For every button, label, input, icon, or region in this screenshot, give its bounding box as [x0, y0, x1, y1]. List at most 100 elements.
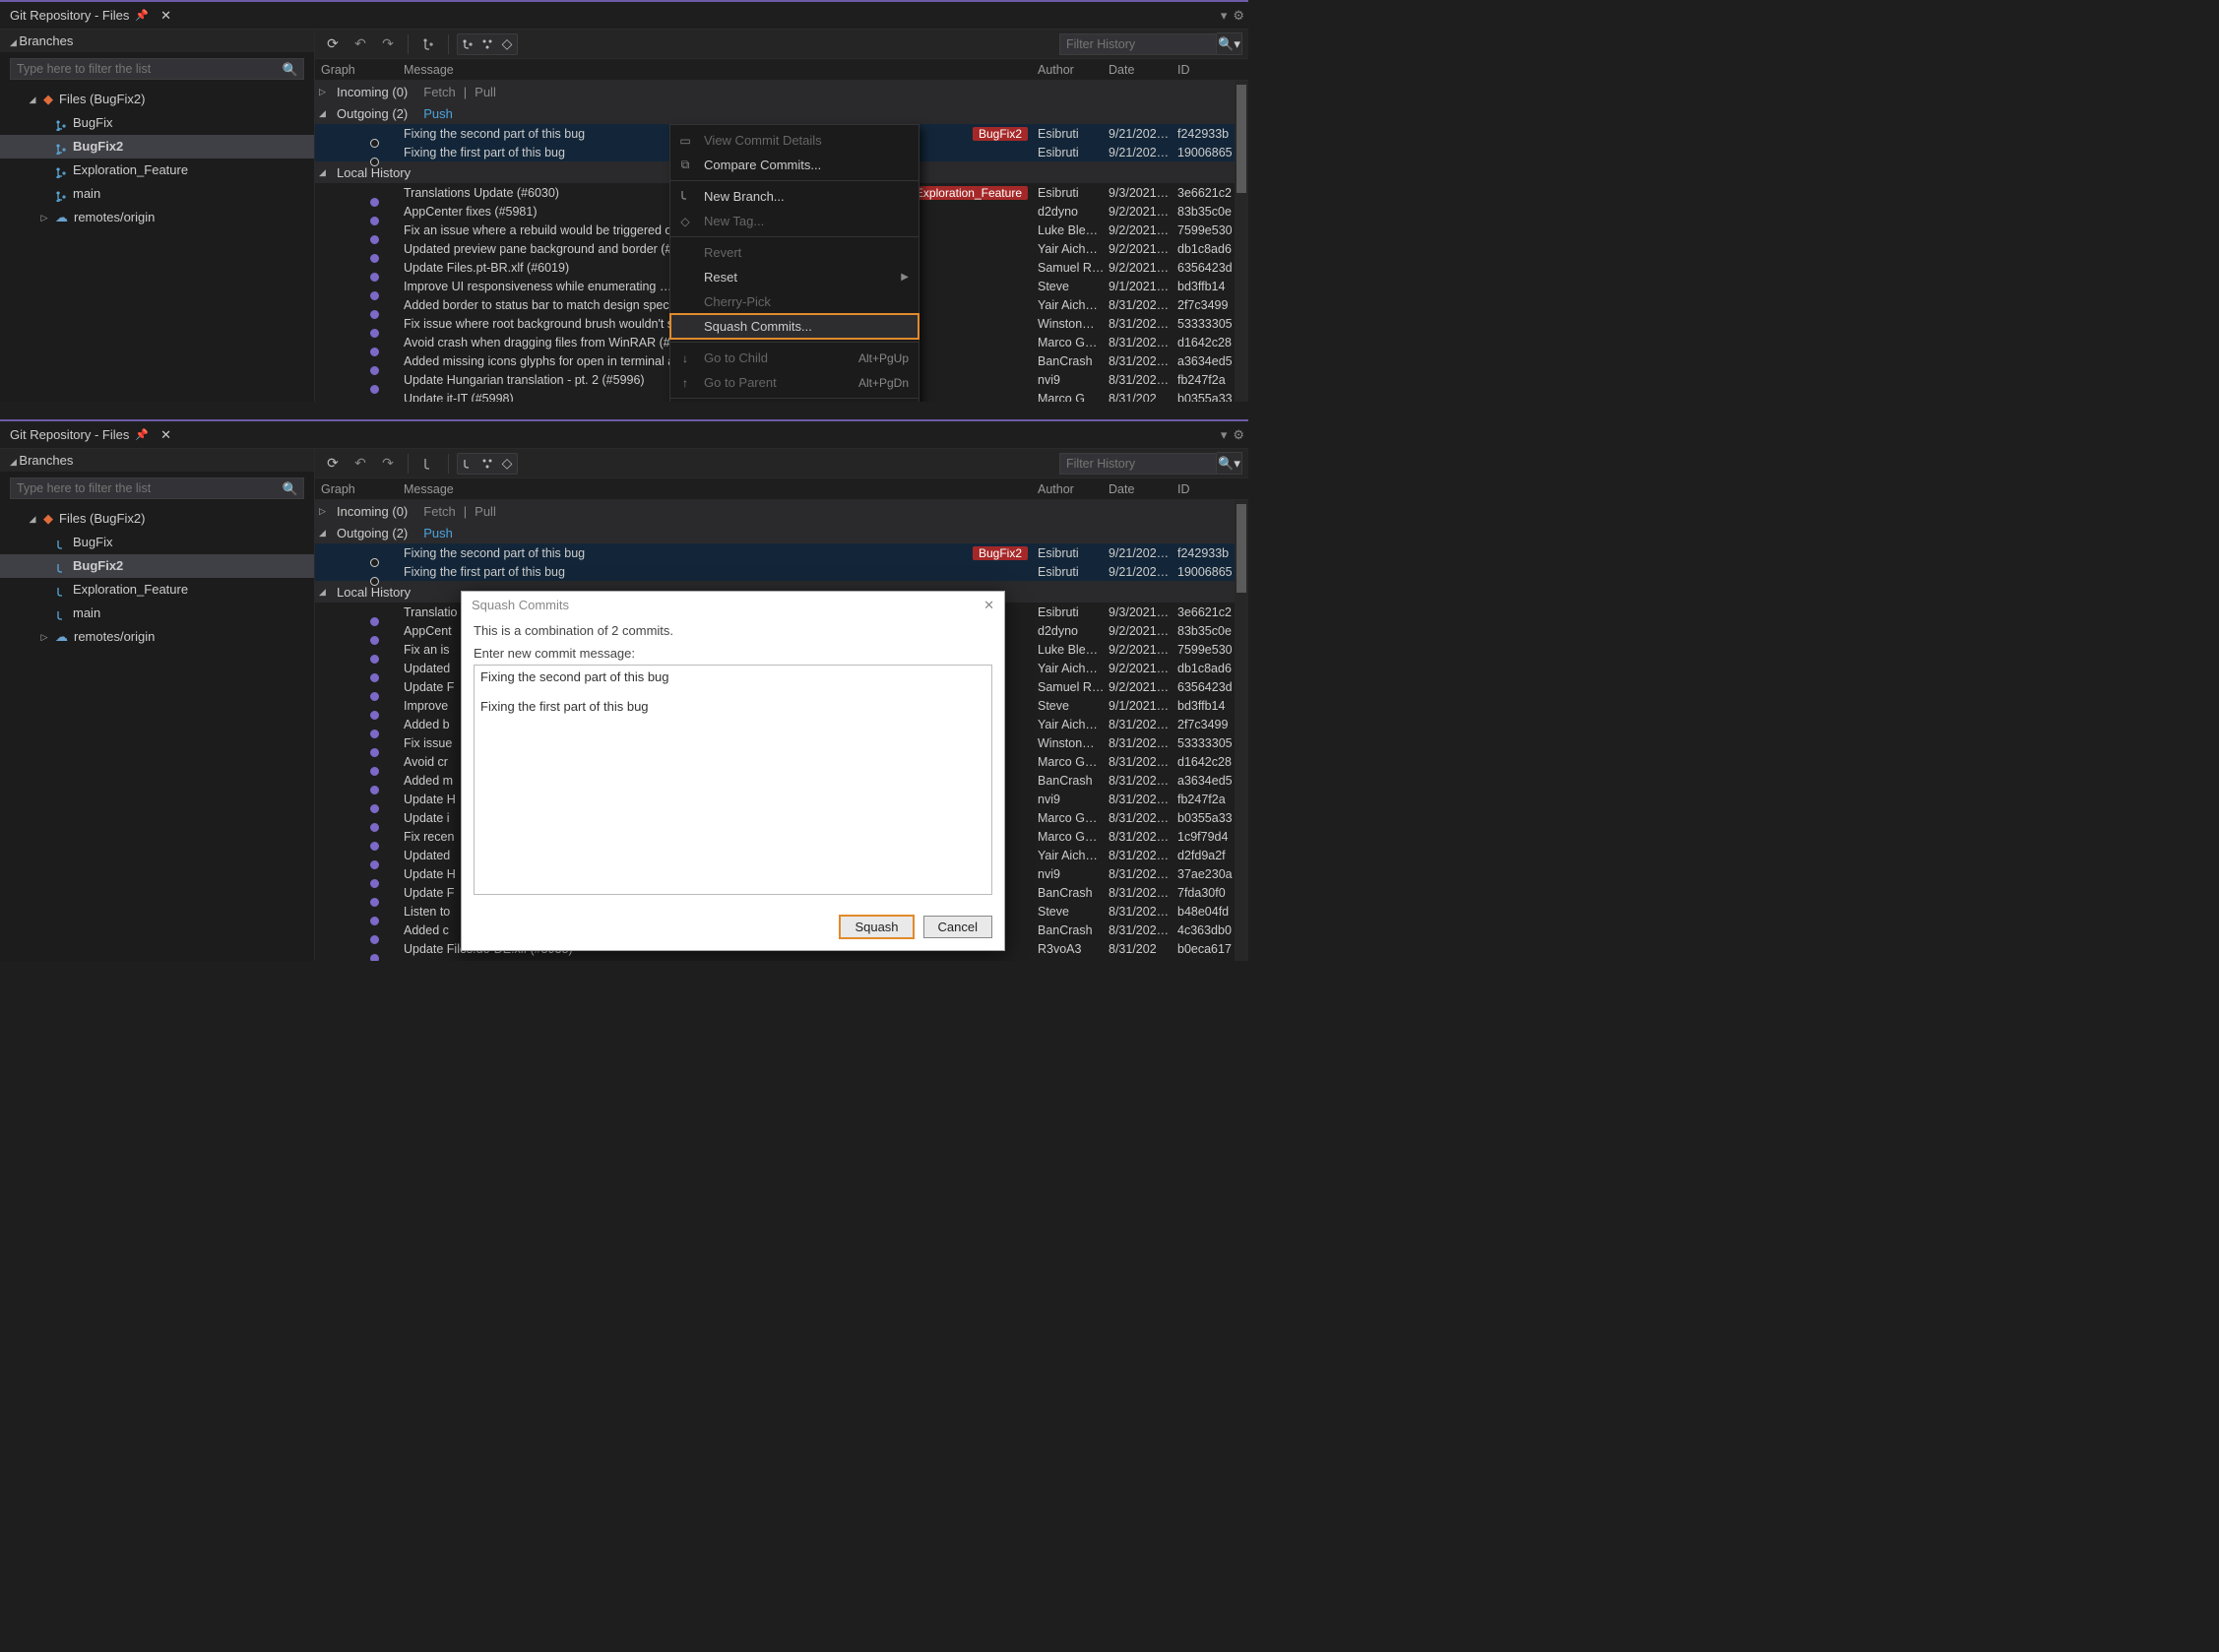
cancel-button[interactable]: Cancel: [923, 916, 992, 938]
branch-mode-icon[interactable]: [416, 453, 440, 475]
view-mode-group: ◇: [457, 453, 518, 475]
history-toolbar: ⟳ ↶ ↷ ◇ 🔍▾: [315, 30, 1248, 59]
tab-git-repo[interactable]: Git Repository - Files 📌 ✕: [4, 5, 177, 27]
scrollbar[interactable]: [1235, 500, 1248, 961]
ctx-new-tag: ◇New Tag...: [670, 209, 919, 233]
dialog-close-icon[interactable]: ✕: [983, 598, 994, 613]
branch-bugfix[interactable]: BugFix: [0, 111, 314, 135]
close-icon[interactable]: ✕: [160, 427, 171, 443]
ctx-view-details: ▭View Commit Details: [670, 128, 919, 153]
branch-main[interactable]: main: [0, 602, 314, 625]
branches-header[interactable]: Branches: [0, 30, 314, 52]
scrollbar[interactable]: [1235, 81, 1248, 402]
commits-list: ▷ Incoming (0) Fetch | Pull ◢ Outgoing (…: [315, 500, 1248, 961]
dropdown-icon[interactable]: ▾: [1221, 427, 1228, 443]
squash-dialog: Squash Commits ✕ This is a combination o…: [461, 591, 1005, 951]
repo-root[interactable]: ◢ ◆ Files (BugFix2): [0, 507, 314, 531]
dialog-label: Enter new commit message:: [474, 646, 992, 661]
ctx-new-branch[interactable]: New Branch...: [670, 184, 919, 209]
branch-bugfix[interactable]: BugFix: [0, 531, 314, 554]
history-filter-input[interactable]: [1059, 453, 1217, 475]
gear-icon[interactable]: ⚙: [1233, 8, 1244, 24]
col-message[interactable]: Message: [404, 63, 1038, 77]
cloud-icon: ☁: [55, 208, 68, 227]
branch-exploration[interactable]: Exploration_Feature: [0, 578, 314, 602]
view-mode-group: ◇: [457, 33, 518, 55]
refresh-icon[interactable]: ⟳: [321, 33, 345, 55]
cloud-icon: ☁: [55, 627, 68, 647]
push-link[interactable]: Push: [423, 106, 453, 121]
view-branches-icon[interactable]: [458, 454, 477, 474]
repo-root[interactable]: ◢ ◆ Files (BugFix2): [0, 88, 314, 111]
col-date[interactable]: Date: [1109, 63, 1177, 77]
view-graph-icon[interactable]: [477, 34, 497, 54]
outgoing-section[interactable]: ◢ Outgoing (2) Push: [315, 102, 1248, 124]
scroll-thumb[interactable]: [1236, 85, 1246, 193]
branches-tree: ◢ ◆ Files (BugFix2) BugFix BugFix2 Explo…: [0, 505, 314, 651]
col-id[interactable]: ID: [1177, 482, 1248, 496]
ctx-cherry: Cherry-Pick: [670, 289, 919, 314]
undo-icon: ↶: [349, 33, 372, 55]
col-author[interactable]: Author: [1038, 63, 1109, 77]
col-graph[interactable]: Graph: [315, 482, 404, 496]
search-icon[interactable]: 🔍: [283, 62, 298, 78]
branch-mode-icon[interactable]: [416, 33, 440, 55]
fetch-link[interactable]: Fetch: [423, 504, 456, 519]
col-graph[interactable]: Graph: [315, 63, 404, 77]
view-tag-icon[interactable]: ◇: [497, 34, 517, 54]
branch-main[interactable]: main: [0, 182, 314, 206]
col-id[interactable]: ID: [1177, 63, 1248, 77]
history-pane: ⟳ ↶ ↷ ◇ 🔍▾ Graph Message Auth: [315, 30, 1248, 402]
refresh-icon[interactable]: ⟳: [321, 453, 345, 475]
col-author[interactable]: Author: [1038, 482, 1109, 496]
branches-filter-input[interactable]: [10, 58, 304, 80]
branches-tree: ◢ ◆ Files (BugFix2) BugFix BugFix2 Explo…: [0, 86, 314, 231]
ctx-compare[interactable]: ⧉Compare Commits...: [670, 153, 919, 177]
scroll-thumb[interactable]: [1236, 504, 1246, 593]
view-graph-icon[interactable]: [477, 454, 497, 474]
pin-icon[interactable]: 📌: [135, 428, 149, 441]
outgoing-section[interactable]: ◢ Outgoing (2) Push: [315, 522, 1248, 543]
pull-link[interactable]: Pull: [475, 85, 496, 99]
close-icon[interactable]: ✕: [160, 8, 171, 24]
view-tag-icon[interactable]: ◇: [497, 454, 517, 474]
branches-header[interactable]: Branches: [0, 449, 314, 472]
incoming-section[interactable]: ▷ Incoming (0) Fetch | Pull: [315, 500, 1248, 522]
redo-icon: ↷: [376, 33, 400, 55]
ctx-squash[interactable]: Squash Commits...: [670, 314, 919, 339]
ctx-goto-child: ↓Go to ChildAlt+PgUp: [670, 346, 919, 370]
history-search-button[interactable]: 🔍▾: [1217, 452, 1242, 475]
commit-message-textarea[interactable]: [474, 665, 992, 895]
history-search-button[interactable]: 🔍▾: [1217, 32, 1242, 55]
pin-icon[interactable]: 📌: [135, 9, 149, 22]
search-icon[interactable]: 🔍: [283, 481, 298, 497]
git-icon: ◆: [43, 90, 53, 109]
history-filter-input[interactable]: [1059, 33, 1217, 55]
view-branches-icon[interactable]: [458, 34, 477, 54]
branch-bugfix2[interactable]: BugFix2: [0, 135, 314, 159]
remotes-node[interactable]: ▷ ☁ remotes/origin: [0, 625, 314, 649]
branch-exploration[interactable]: Exploration_Feature: [0, 159, 314, 182]
col-message[interactable]: Message: [404, 482, 1038, 496]
col-date[interactable]: Date: [1109, 482, 1177, 496]
history-pane: ⟳ ↶ ↷ ◇ 🔍▾ Graph Message Auth: [315, 449, 1248, 961]
push-link[interactable]: Push: [423, 526, 453, 540]
branch-bugfix2[interactable]: BugFix2: [0, 554, 314, 578]
commit-row[interactable]: Fixing the first part of this bugEsibrut…: [315, 562, 1248, 581]
squash-button[interactable]: Squash: [840, 916, 913, 938]
branches-filter-input[interactable]: [10, 477, 304, 499]
gear-icon[interactable]: ⚙: [1233, 427, 1244, 443]
git-window-bottom: Git Repository - Files 📌 ✕ ▾ ⚙ Branches …: [0, 419, 1248, 961]
remotes-node[interactable]: ▷ ☁ remotes/origin: [0, 206, 314, 229]
column-headers: Graph Message Author Date ID: [315, 59, 1248, 81]
pull-link[interactable]: Pull: [475, 504, 496, 519]
commit-row[interactable]: Fixing the second part of this bugBugFix…: [315, 543, 1248, 562]
history-toolbar: ⟳ ↶ ↷ ◇ 🔍▾: [315, 449, 1248, 478]
tab-git-repo[interactable]: Git Repository - Files 📌 ✕: [4, 424, 177, 446]
dropdown-icon[interactable]: ▾: [1221, 8, 1228, 24]
incoming-section[interactable]: ▷ Incoming (0) Fetch | Pull: [315, 81, 1248, 102]
dialog-info: This is a combination of 2 commits.: [474, 623, 992, 638]
ctx-reset[interactable]: Reset▶: [670, 265, 919, 289]
fetch-link[interactable]: Fetch: [423, 85, 456, 99]
tab-title: Git Repository - Files: [10, 8, 129, 23]
